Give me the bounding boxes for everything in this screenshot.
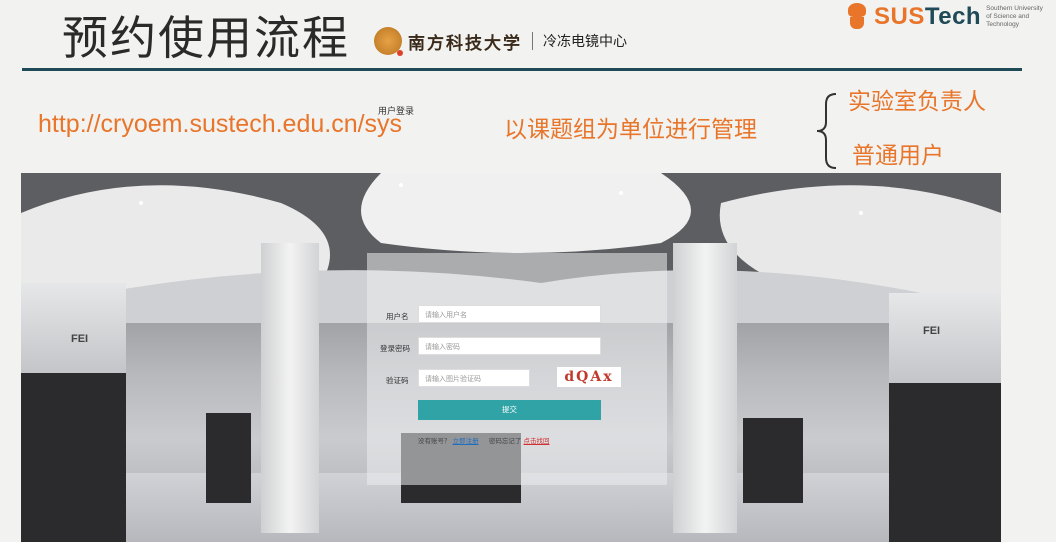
slide-title: 预约使用流程 bbox=[62, 11, 350, 65]
sustech-flame-icon bbox=[846, 3, 868, 31]
university-name: 南方科技大学 bbox=[408, 33, 522, 54]
equipment-rack-left bbox=[206, 413, 251, 503]
system-url[interactable]: http://cryoem.sustech.edu.cn/sys bbox=[38, 110, 402, 139]
university-seal-icon bbox=[374, 27, 402, 55]
header-divider bbox=[532, 32, 533, 50]
logo-wordmark: SUSTech bbox=[874, 3, 981, 31]
title-underline bbox=[22, 68, 1022, 71]
no-account-text: 没有账号？ bbox=[418, 437, 451, 445]
submit-button[interactable]: 提交 bbox=[418, 400, 601, 420]
logo-text-b: Tech bbox=[924, 3, 982, 30]
right-microscope-top bbox=[889, 293, 1001, 383]
login-title: 用户登录 bbox=[378, 107, 415, 117]
role-regular-user: 普通用户 bbox=[852, 143, 944, 169]
left-microscope-top bbox=[21, 283, 126, 373]
left-microscope bbox=[21, 373, 126, 542]
center-name: 冷冻电镜中心 bbox=[543, 34, 627, 50]
username-label: 用户名 bbox=[386, 312, 409, 321]
captcha-input[interactable]: 请输入图片验证码 bbox=[418, 369, 530, 387]
captcha-label: 验证码 bbox=[386, 376, 409, 385]
logo-text-a: SUS bbox=[874, 3, 925, 30]
password-label: 登录密码 bbox=[380, 344, 410, 353]
right-pillar bbox=[673, 243, 737, 533]
find-password-link[interactable]: 点击找回 bbox=[524, 437, 550, 445]
login-links: 没有账号？ 立即注册 密码忘记了 点击找回 bbox=[418, 435, 550, 445]
register-link[interactable]: 立即注册 bbox=[453, 437, 479, 445]
left-fei-label: FEI bbox=[71, 333, 89, 345]
captcha-image[interactable]: dQAx bbox=[557, 367, 621, 387]
forgot-password-text: 密码忘记了 bbox=[488, 437, 522, 445]
left-pillar bbox=[261, 243, 319, 533]
curly-brace-icon bbox=[816, 93, 837, 169]
website-screenshot: FEI FEI bbox=[21, 173, 1001, 542]
password-input[interactable]: 请输入密码 bbox=[418, 337, 601, 355]
equipment-rack-right bbox=[743, 418, 803, 503]
sustech-logo: SUSTech Southern University of Science a… bbox=[846, 0, 1046, 34]
username-input[interactable]: 请输入用户名 bbox=[418, 305, 601, 323]
role-lab-head: 实验室负责人 bbox=[848, 89, 986, 115]
website-header: 南方科技大学 冷冻电镜中心 bbox=[374, 27, 627, 55]
management-text: 以课题组为单位进行管理 bbox=[504, 117, 757, 143]
logo-subtitle: Southern University of Science and Techn… bbox=[986, 5, 1043, 28]
right-fei-label: FEI bbox=[923, 325, 941, 337]
right-microscope bbox=[889, 383, 1001, 542]
